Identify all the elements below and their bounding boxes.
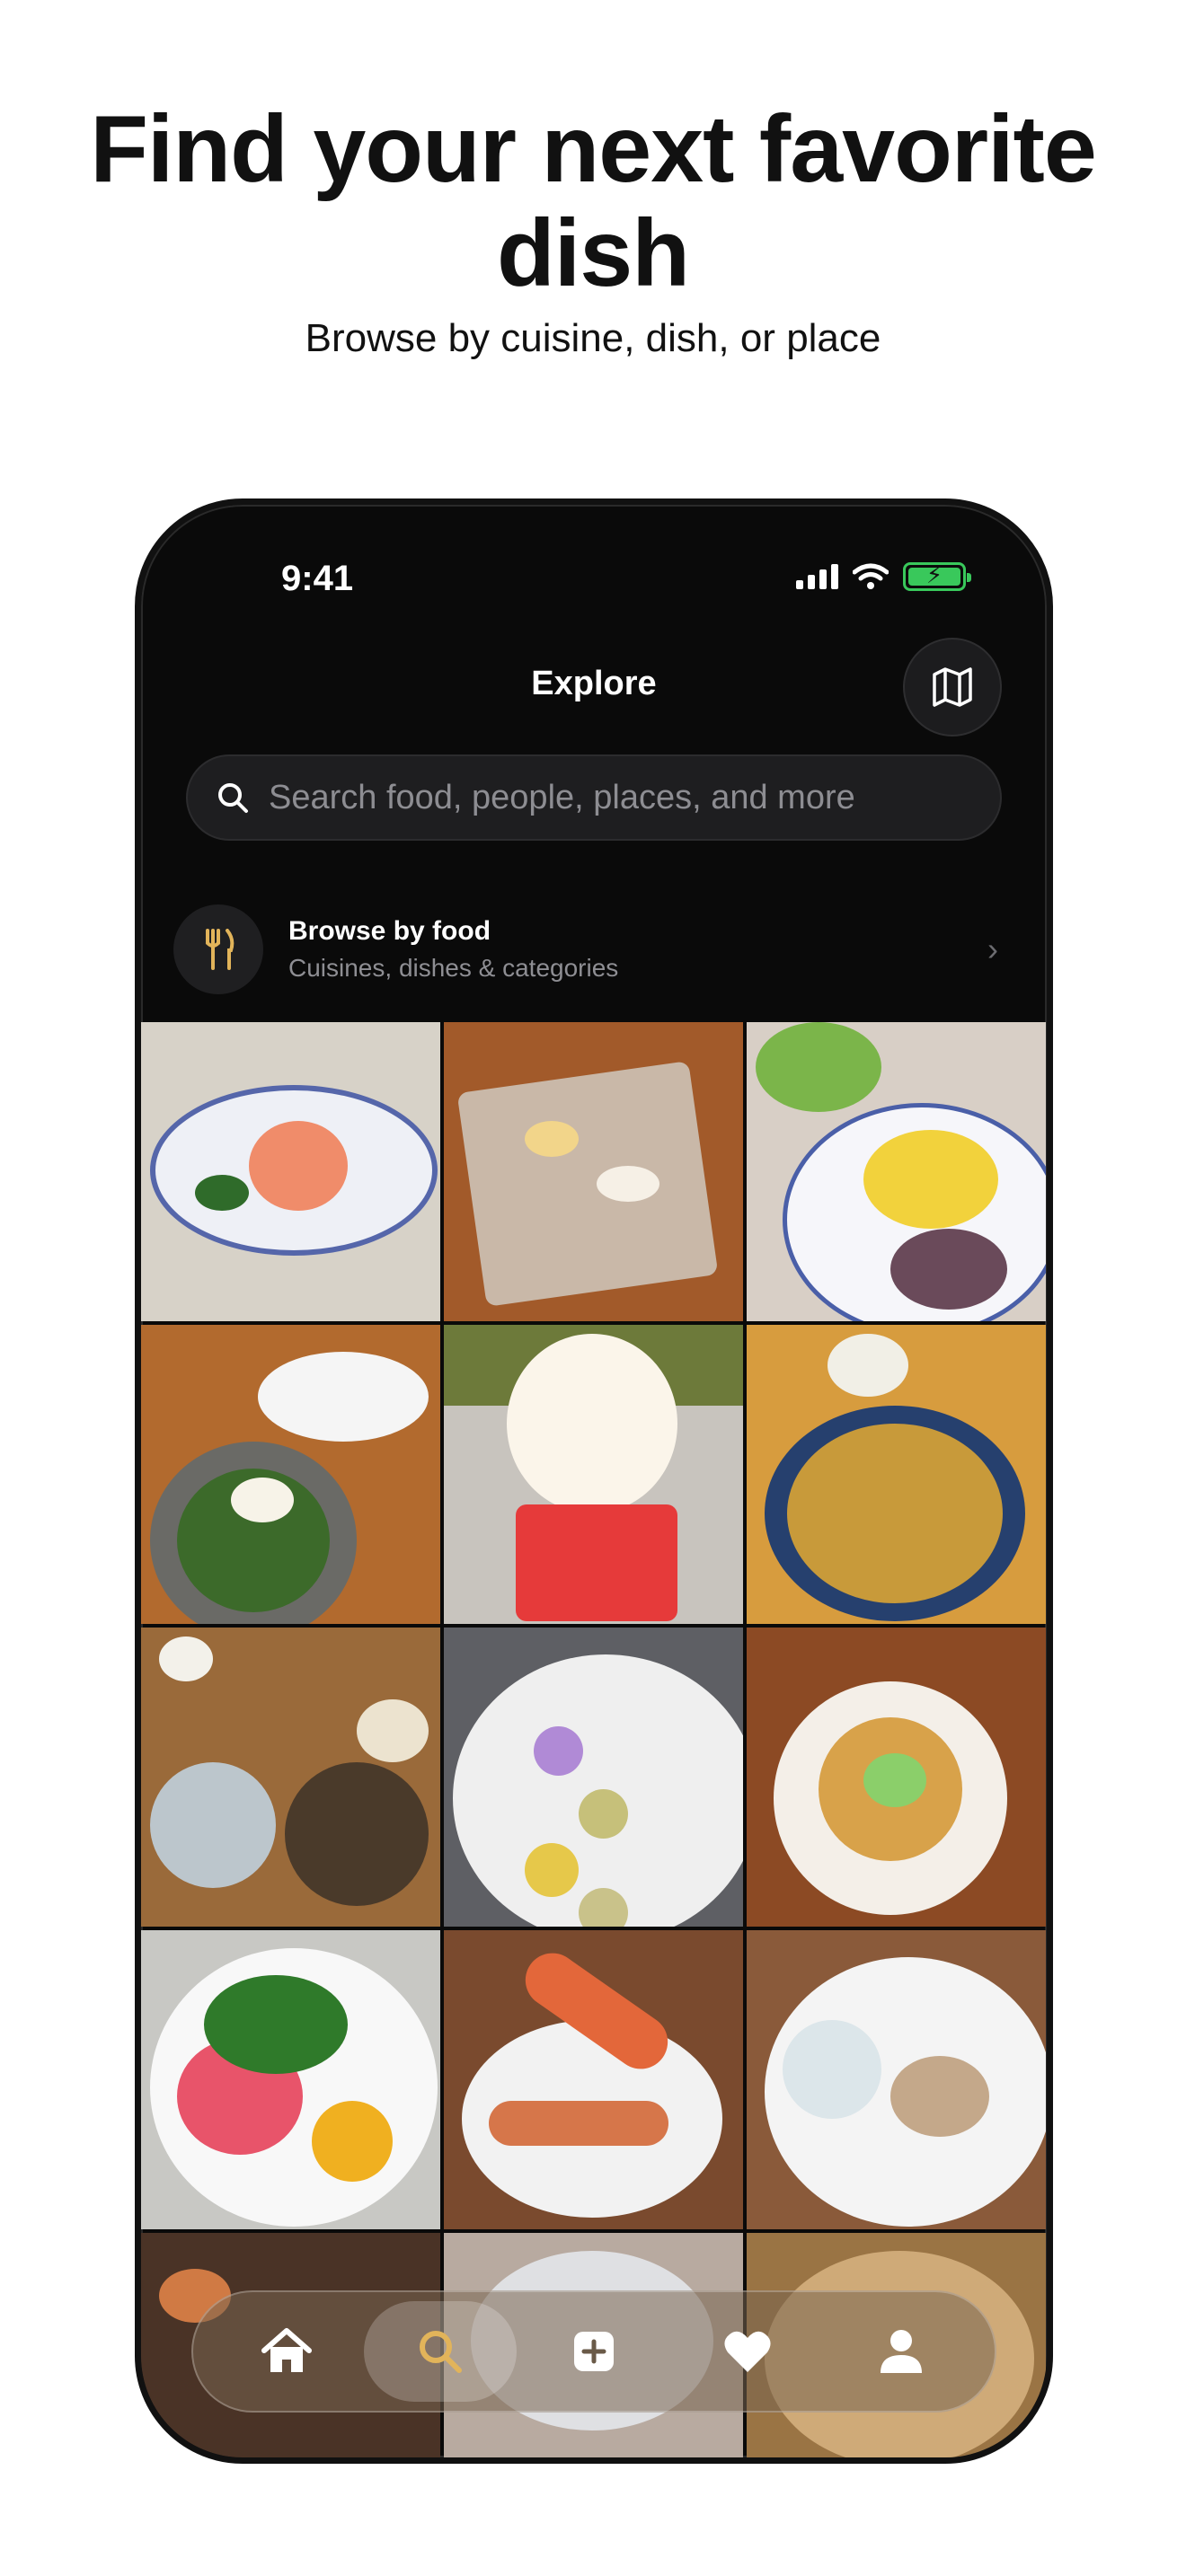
browse-title: Browse by food xyxy=(288,916,491,946)
photo-tile[interactable] xyxy=(747,1022,1046,1321)
map-button[interactable] xyxy=(903,638,1002,737)
photo-tile[interactable] xyxy=(141,1022,440,1321)
page-headline: Find your next favorite dish xyxy=(90,96,1097,306)
cellular-signal-icon xyxy=(796,564,838,589)
search-icon xyxy=(218,783,248,813)
photo-tile[interactable] xyxy=(444,1930,743,2229)
tab-bar xyxy=(191,2290,996,2413)
tab-home[interactable] xyxy=(210,2301,363,2402)
battery-icon: ⚡ xyxy=(903,561,971,591)
photo-tile[interactable] xyxy=(141,1325,440,1624)
search-bar[interactable] xyxy=(186,754,1002,841)
photo-tile[interactable] xyxy=(747,1930,1046,2229)
profile-icon xyxy=(881,2330,923,2373)
photo-tile[interactable] xyxy=(444,1325,743,1624)
search-input[interactable] xyxy=(269,778,987,817)
tab-profile[interactable] xyxy=(825,2301,978,2402)
search-icon xyxy=(419,2331,462,2373)
photo-tile[interactable] xyxy=(141,1628,440,1927)
photo-tile[interactable] xyxy=(747,1325,1046,1624)
phone-frame: 9:41 ⚡ Explore Search food, people, plac… xyxy=(135,498,1053,2464)
add-icon xyxy=(573,2332,614,2371)
tab-add[interactable] xyxy=(518,2301,670,2402)
status-icons: ⚡ xyxy=(796,561,971,591)
browse-subtitle: Cuisines, dishes & categories xyxy=(288,954,619,982)
home-icon xyxy=(261,2328,312,2372)
photo-tile[interactable] xyxy=(141,1930,440,2229)
browse-icon-container xyxy=(173,904,263,994)
browse-by-food-row[interactable]: Browse by food Cuisines, dishes & catego… xyxy=(173,900,1014,999)
chevron-right-icon: › xyxy=(987,931,998,967)
wifi-icon xyxy=(853,563,889,589)
photo-tile[interactable] xyxy=(747,1628,1046,1927)
photo-tile[interactable] xyxy=(444,1022,743,1321)
status-time: 9:41 xyxy=(281,559,354,598)
photo-grid xyxy=(141,1022,1047,2457)
heart-icon xyxy=(724,2331,771,2372)
tab-favorites[interactable] xyxy=(671,2301,824,2402)
tab-search[interactable] xyxy=(363,2301,517,2402)
map-icon xyxy=(933,667,972,707)
fork-knife-icon xyxy=(206,929,235,970)
page-subheading: Browse by cuisine, dish, or place xyxy=(305,316,881,360)
photo-tile[interactable] xyxy=(444,1628,743,1927)
